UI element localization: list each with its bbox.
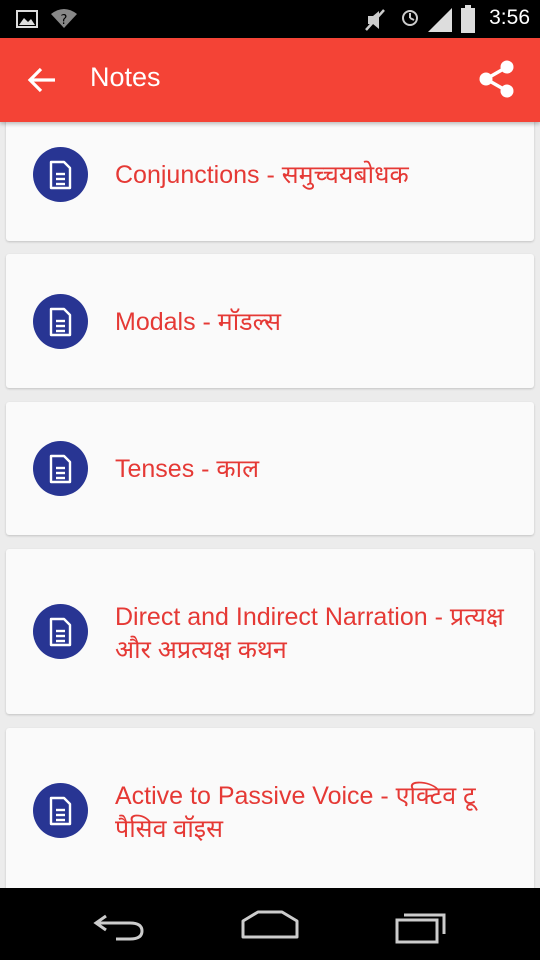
document-icon <box>49 307 72 337</box>
svg-text:?: ? <box>61 13 68 28</box>
note-icon-circle <box>33 294 88 349</box>
note-title: Active to Passive Voice - एक्टिव टू पैसि… <box>115 782 476 843</box>
note-icon-circle <box>33 441 88 496</box>
signal-icon <box>428 8 452 32</box>
note-title: Conjunctions - समुच्चयबोधक <box>115 161 409 189</box>
app-bar: Notes <box>0 38 540 122</box>
note-icon-circle <box>33 783 88 838</box>
battery-icon <box>461 5 475 33</box>
back-icon[interactable] <box>92 910 148 942</box>
note-card[interactable]: Active to Passive Voice - एक्टिव टू पैसि… <box>6 728 534 888</box>
note-icon-circle <box>33 147 88 202</box>
note-title: Tenses - काल <box>115 455 260 483</box>
note-card[interactable]: Tenses - काल <box>6 402 534 535</box>
note-card[interactable]: Conjunctions - समुच्चयबोधक <box>6 122 534 241</box>
note-card[interactable]: Modals - मॉडल्स <box>6 254 534 388</box>
mute-icon <box>365 9 385 31</box>
note-title: Modals - मॉडल्स <box>115 308 282 336</box>
document-icon <box>49 160 72 190</box>
note-card[interactable]: Direct and Indirect Narration - प्रत्यक्… <box>6 549 534 714</box>
note-title: Direct and Indirect Narration - प्रत्यक्… <box>115 603 504 664</box>
status-time: 3:56 <box>489 6 530 29</box>
image-icon <box>16 10 38 28</box>
arrow-left-icon[interactable] <box>26 64 58 96</box>
alarm-icon <box>402 10 418 26</box>
document-icon <box>49 454 72 484</box>
recents-icon[interactable] <box>394 908 450 944</box>
nav-bar <box>0 888 540 960</box>
notes-list[interactable]: Conjunctions - समुच्चयबोधक Modals - मॉडल… <box>0 122 540 888</box>
page-title: Notes <box>90 62 161 92</box>
share-icon[interactable] <box>476 58 518 100</box>
document-icon <box>49 796 72 826</box>
status-bar: ? 3:56 <box>0 0 540 38</box>
home-icon[interactable] <box>240 908 300 940</box>
document-icon <box>49 617 72 647</box>
note-icon-circle <box>33 604 88 659</box>
wifi-question-icon: ? <box>51 9 77 28</box>
